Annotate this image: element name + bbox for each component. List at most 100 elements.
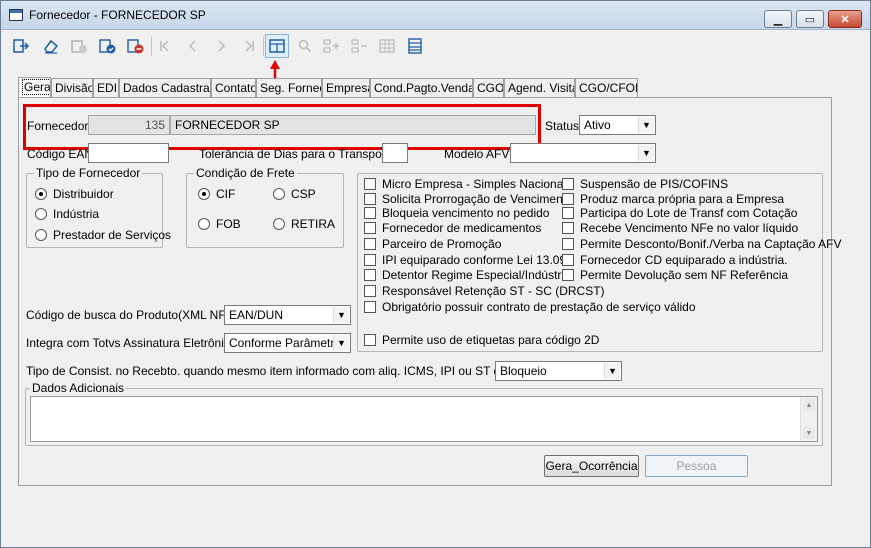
pessoa-button[interactable]: Pessoa — [645, 455, 748, 477]
checkbox-icon[interactable] — [364, 222, 376, 234]
scroll-up-icon[interactable]: ▲ — [803, 399, 815, 411]
checkbox-icon[interactable] — [562, 254, 574, 266]
checkbox-icon[interactable] — [562, 269, 574, 281]
checkbox-icon[interactable] — [364, 269, 376, 281]
checkbox-icon[interactable] — [364, 301, 376, 313]
check-suspensao-pis[interactable]: Suspensão de PIS/COFINS — [562, 177, 728, 191]
radio-distribuidor[interactable]: Distribuidor — [35, 187, 114, 201]
check-responsavel-retencao[interactable]: Responsável Retenção ST - SC (DRCST) — [364, 284, 605, 298]
codigo-ean-input[interactable] — [88, 143, 169, 163]
checkbox-icon[interactable] — [364, 285, 376, 297]
tab-contato[interactable]: Contato — [211, 78, 256, 98]
radio-retira[interactable]: RETIRA — [273, 217, 335, 231]
tab-cgo-cfop[interactable]: CGO/CFOP — [575, 78, 638, 98]
tab-divisao[interactable]: Divisão — [51, 78, 93, 98]
radio-icon[interactable] — [198, 218, 210, 230]
dados-adicionais-textarea[interactable]: ▲ ▼ — [30, 396, 818, 442]
check-solicita-prorrogacao[interactable]: Solicita Prorrogação de Vencimento — [364, 192, 573, 206]
tab-dados-cadastrais[interactable]: Dados Cadastrais — [119, 78, 211, 98]
busca-produto-label: Código de busca do Produto(XML NFE) : — [26, 308, 245, 322]
close-button[interactable]: ✕ — [828, 10, 862, 28]
checkbox-icon[interactable] — [364, 207, 376, 219]
modelo-afv-select[interactable]: ▼ — [510, 143, 656, 163]
tolerancia-input[interactable] — [382, 143, 408, 163]
check-vencimento-liquido[interactable]: Recebe Vencimento NFe no valor líquido — [562, 221, 798, 235]
checkbox-icon[interactable] — [364, 254, 376, 266]
checkbox-icon[interactable] — [562, 178, 574, 190]
title-bar[interactable]: Fornecedor - FORNECEDOR SP ▁ ▭ ✕ — [1, 1, 870, 30]
chevron-down-icon[interactable]: ▼ — [638, 145, 654, 161]
radio-icon[interactable] — [35, 208, 47, 220]
check-desconto-afv[interactable]: Permite Desconto/Bonif./Verba na Captaçã… — [562, 237, 841, 251]
radio-checked-icon[interactable] — [198, 188, 210, 200]
confirm-record-icon[interactable] — [95, 34, 119, 58]
vertical-scrollbar[interactable]: ▲ ▼ — [800, 397, 817, 441]
tab-empresa[interactable]: Empresa — [322, 78, 370, 98]
consist-value: Bloqueio — [500, 364, 547, 378]
chevron-down-icon[interactable]: ▼ — [333, 335, 349, 351]
check-devolucao-sem-nf[interactable]: Permite Devolução sem NF Referência — [562, 268, 788, 282]
scroll-down-icon[interactable]: ▼ — [803, 427, 815, 439]
codigo-ean-label: Código EAN — [27, 147, 94, 161]
check-detentor-regime[interactable]: Detentor Regime Especial/Indústria — [364, 268, 571, 282]
tab-cond-pagto-vendas[interactable]: Cond.Pagto.Vendas — [370, 78, 473, 98]
eraser-icon[interactable] — [39, 34, 63, 58]
checkbox-icon[interactable] — [562, 193, 574, 205]
checkbox-icon[interactable] — [562, 222, 574, 234]
chevron-down-icon[interactable]: ▼ — [638, 117, 654, 133]
tab-agend-visita[interactable]: Agend. Visita — [504, 78, 575, 98]
checkbox-icon[interactable] — [364, 334, 376, 346]
checkbox-icon[interactable] — [562, 238, 574, 250]
checkbox-icon[interactable] — [364, 193, 376, 205]
radio-prestador[interactable]: Prestador de Serviços — [35, 228, 171, 242]
radio-icon[interactable] — [35, 229, 47, 241]
chevron-down-icon[interactable]: ▼ — [604, 363, 620, 379]
tipo-fornecedor-title: Tipo de Fornecedor — [34, 166, 143, 180]
condicao-frete-title: Condição de Frete — [194, 166, 297, 180]
radio-icon[interactable] — [273, 188, 285, 200]
delete-record-icon[interactable] — [123, 34, 147, 58]
check-fornecedor-medicamentos[interactable]: Fornecedor de medicamentos — [364, 221, 541, 235]
exit-icon[interactable] — [9, 34, 33, 58]
remove-row-icon — [347, 34, 371, 58]
consist-select[interactable]: Bloqueio ▼ — [495, 361, 622, 381]
tolerancia-label: Tolerância de Dias para o Transporte — [199, 147, 396, 161]
tab-cgo[interactable]: CGO — [473, 78, 504, 98]
checkbox-icon[interactable] — [364, 238, 376, 250]
totvs-select[interactable]: Conforme Parâmetro ▼ — [224, 333, 351, 353]
busca-produto-value: EAN/DUN — [229, 308, 284, 322]
check-ipi-equiparado[interactable]: IPI equiparado conforme Lei 13.097 — [364, 253, 573, 267]
gera-ocorrencia-button[interactable]: Gera_Ocorrência — [544, 455, 639, 477]
report-icon[interactable] — [403, 34, 427, 58]
radio-industria[interactable]: Indústria — [35, 207, 99, 221]
radio-checked-icon[interactable] — [35, 188, 47, 200]
check-lote-transf[interactable]: Participa do Lote de Transf com Cotação — [562, 206, 797, 220]
tab-seg-fornec[interactable]: Seg. Fornec — [256, 78, 322, 98]
status-label: Status — [545, 119, 580, 133]
check-marca-propria[interactable]: Produz marca própria para a Empresa — [562, 192, 784, 206]
search-icon — [293, 34, 317, 58]
tab-geral[interactable]: Geral — [18, 77, 51, 99]
check-etiquetas-2d[interactable]: Permite uso de etiquetas para código 2D — [364, 333, 599, 347]
totvs-label: Integra com Totvs Assinatura Eletrônica — [26, 336, 237, 350]
radio-icon[interactable] — [273, 218, 285, 230]
maximize-button[interactable]: ▭ — [796, 10, 824, 28]
radio-fob[interactable]: FOB — [198, 217, 241, 231]
checkbox-icon[interactable] — [364, 178, 376, 190]
toolbar — [5, 34, 865, 58]
chevron-down-icon[interactable]: ▼ — [333, 307, 349, 323]
grid-view-icon[interactable] — [265, 34, 289, 58]
status-select[interactable]: Ativo ▼ — [579, 115, 656, 135]
check-obrigatorio-contrato[interactable]: Obrigatório possuir contrato de prestaçã… — [364, 300, 696, 314]
check-micro-empresa[interactable]: Micro Empresa - Simples Nacional — [364, 177, 566, 191]
status-value: Ativo — [584, 118, 611, 132]
check-parceiro-promocao[interactable]: Parceiro de Promoção — [364, 237, 501, 251]
check-cd-equiparado[interactable]: Fornecedor CD equiparado a indústria. — [562, 253, 787, 267]
checkbox-icon[interactable] — [562, 207, 574, 219]
check-bloqueia-vencimento[interactable]: Bloqueia vencimento no pedido — [364, 206, 549, 220]
tab-edi[interactable]: EDI — [93, 78, 119, 98]
minimize-button[interactable]: ▁ — [764, 10, 792, 28]
busca-produto-select[interactable]: EAN/DUN ▼ — [224, 305, 351, 325]
radio-cif[interactable]: CIF — [198, 187, 235, 201]
radio-csp[interactable]: CSP — [273, 187, 316, 201]
